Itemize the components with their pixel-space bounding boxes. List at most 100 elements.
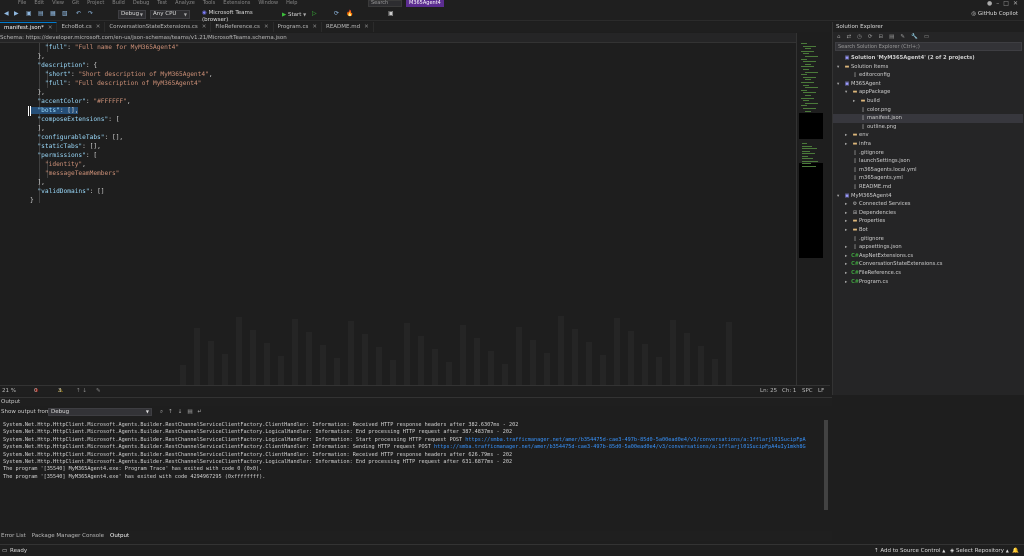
editor-tab[interactable]: ConversationStateExtensions.cs ✕ [105, 22, 212, 32]
close-tab-icon[interactable]: ✕ [364, 24, 369, 30]
solution-tree-item[interactable]: ▸ C#Program.cs [833, 278, 1023, 287]
code-line[interactable]: "full": "Full description of MyM365Agent… [30, 79, 202, 88]
code-line[interactable]: "validDomains": [] [30, 187, 104, 196]
refresh-icon[interactable]: ⟳ [334, 11, 339, 17]
solution-tree-item[interactable]: ▯ outline.png [833, 123, 1023, 132]
solution-tree-item[interactable]: ▸ ▬ env [833, 131, 1023, 140]
menu-item[interactable]: Analyze [175, 0, 195, 7]
menu-item[interactable]: File [18, 0, 26, 7]
history-icon[interactable]: ◷ [857, 34, 862, 40]
output-link[interactable]: https://smba.trafficmanager.net/amer/b35… [465, 437, 805, 443]
solution-tree-item[interactable]: ▯ .gitignore [833, 149, 1023, 158]
collapse-all-icon[interactable]: ⊟ [879, 34, 884, 40]
code-editor[interactable]: "full": "Full name for MyM365Agent4" }, … [0, 43, 796, 385]
solution-tree-item[interactable]: ▯ m365agents.local.yml [833, 166, 1023, 175]
bottom-tab[interactable]: Package Manager Console [32, 531, 104, 541]
open-icon[interactable]: ▤ [38, 11, 44, 17]
select-repository-button[interactable]: ◈ Select Repository ▲ [950, 545, 1009, 556]
save-icon[interactable]: ▦ [50, 11, 56, 17]
word-wrap-icon[interactable]: ↵ [198, 406, 203, 418]
close-tab-icon[interactable]: ✕ [264, 24, 269, 30]
menu-item[interactable]: View [52, 0, 64, 7]
properties-icon[interactable]: ✎ [900, 34, 905, 40]
refresh-icon[interactable]: ⟳ [868, 34, 873, 40]
back-icon[interactable]: ◀ [4, 11, 9, 17]
menu-item[interactable]: Test [157, 0, 167, 7]
global-search-input[interactable]: Search [368, 0, 402, 7]
solution-tree-item[interactable]: ▯ launchSettings.json [833, 157, 1023, 166]
output-source-dropdown[interactable]: Debug ▼ [48, 408, 152, 416]
solution-tree-item[interactable]: ▯ README.md [833, 183, 1023, 192]
minimize-icon[interactable]: – [996, 0, 999, 7]
menu-item[interactable]: Help [286, 0, 297, 7]
close-tab-icon[interactable]: ✕ [202, 24, 207, 30]
menu-item[interactable]: Window [258, 0, 278, 7]
hot-reload-icon[interactable]: 🔥 [346, 11, 353, 17]
close-tab-icon[interactable]: ✕ [48, 25, 53, 31]
clear-all-icon[interactable]: ▤ [187, 406, 192, 418]
code-line[interactable]: }, [30, 88, 44, 97]
solution-tree-item[interactable]: ▸ ▬ build [833, 97, 1023, 106]
redo-icon[interactable]: ↷ [88, 11, 93, 17]
start-without-debugging-icon[interactable]: ▷ [312, 11, 317, 17]
zoom-level[interactable]: 21 % [2, 386, 16, 396]
code-line[interactable]: }, [30, 52, 44, 61]
add-to-source-control-button[interactable]: ↑ Add to Source Control ▲ [874, 545, 945, 556]
editor-tab[interactable]: README.md ✕ [322, 22, 374, 32]
solution-tree-item[interactable]: ▯ m365agents.yml [833, 174, 1023, 183]
wrench-icon[interactable]: 🔧 [911, 34, 918, 40]
column-number[interactable]: Ch: 1 [782, 386, 796, 396]
menu-item[interactable]: Tools [203, 0, 215, 7]
debug-target-dropdown[interactable]: ◉ Microsoft Teams (browser) [200, 10, 278, 23]
sync-icon[interactable]: ⇄ [847, 34, 852, 40]
code-line[interactable]: ], [30, 124, 44, 133]
line-number[interactable]: Ln: 25 [760, 386, 777, 396]
code-line[interactable]: } [30, 196, 34, 205]
code-line[interactable]: "composeExtensions": [ [30, 115, 119, 124]
notifications-icon[interactable]: 🔔 [1012, 545, 1019, 556]
save-all-icon[interactable]: ▧ [62, 11, 68, 17]
code-line[interactable]: "permissions": [ [30, 151, 97, 160]
line-ending[interactable]: LF [818, 386, 824, 396]
bottom-tab[interactable]: Error List [1, 531, 26, 541]
solution-tree-item[interactable]: ▾ ▬ appPackage [833, 88, 1023, 97]
code-line[interactable]: "staticTabs": [], [30, 142, 100, 151]
start-button[interactable]: ▶ Start ▼ [282, 10, 306, 19]
solution-tree-item[interactable]: ▸ ⊞ Dependencies [833, 209, 1023, 218]
maximize-icon[interactable]: □ [1003, 0, 1009, 7]
code-line[interactable]: "accentColor": "#FFFFFF", [30, 97, 130, 106]
solution-tree-item[interactable]: ▾ ▬ Solution Items [833, 63, 1023, 72]
platform-dropdown[interactable]: Any CPU ▼ [150, 10, 190, 19]
home-icon[interactable]: ⌂ [837, 34, 841, 40]
indent-mode[interactable]: SPC [802, 386, 813, 396]
solution-tree-item[interactable]: ▾ ▣ M365Agent [833, 80, 1023, 89]
menu-item[interactable]: Debug [133, 0, 149, 7]
schema-url[interactable]: https://developer.microsoft.com/en-us/js… [26, 35, 287, 41]
solution-tree-item[interactable]: ▣ Solution 'MyM365Agent4' (2 of 2 project… [833, 54, 1023, 63]
code-line[interactable]: "full": "Full name for MyM365Agent4" [30, 43, 179, 52]
solution-tree-item[interactable]: ▯ editorconfig [833, 71, 1023, 80]
code-line[interactable]: "configurableTabs": [], [30, 133, 123, 142]
code-line[interactable]: "identity", [30, 160, 86, 169]
next-message-icon[interactable]: ↓ [178, 406, 183, 418]
close-tab-icon[interactable]: ✕ [312, 24, 317, 30]
solution-search-input[interactable]: Search Solution Explorer (Ctrl+;) [835, 42, 1022, 51]
code-line[interactable]: "description": { [30, 61, 97, 70]
solution-tree-item[interactable]: ▸ C#FileReference.cs [833, 269, 1023, 278]
forward-icon[interactable]: ▶ [14, 11, 19, 17]
solution-tree-item[interactable]: ▯ .gitignore [833, 235, 1023, 244]
github-copilot-button[interactable]: ◎ GitHub Copilot [971, 10, 1018, 19]
solution-tree-item[interactable]: ▾ ▣ MyM365Agent4 [833, 192, 1023, 201]
editor-scrollbar[interactable] [796, 33, 830, 385]
code-line[interactable]: "short": "Short description of MyM365Age… [30, 70, 213, 79]
output-link[interactable]: https://smba.trafficmanager.net/amer/b35… [434, 444, 806, 450]
solution-tree-item[interactable]: ▸ ⚙ Connected Services [833, 200, 1023, 209]
find-icon[interactable]: ⌕ [160, 406, 163, 418]
solution-tree-item[interactable]: ▸ ▯ appsettings.json [833, 243, 1023, 252]
menu-item[interactable]: Edit [34, 0, 44, 7]
minimap[interactable] [799, 43, 829, 323]
close-icon[interactable]: ✕ [1013, 0, 1018, 7]
account-icon[interactable]: ● [987, 0, 992, 7]
editor-tab[interactable]: EchoBot.cs ✕ [57, 22, 106, 32]
preview-icon[interactable]: ▭ [924, 34, 929, 40]
